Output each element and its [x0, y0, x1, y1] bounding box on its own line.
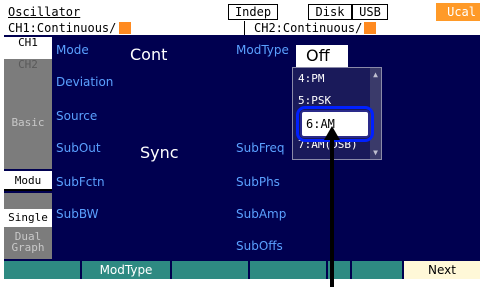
top-status-bar: Oscillator Indep Disk USB Ucal: [4, 3, 480, 21]
ch2-status-square-icon: [364, 22, 376, 34]
tab-ch2-label: CH2: [18, 58, 38, 71]
ucal-indicator: Ucal: [436, 3, 480, 21]
subfctn-label: SubFctn: [56, 175, 105, 189]
subamp-label: SubAmp: [236, 207, 287, 221]
tab-modu[interactable]: Modu: [4, 171, 52, 191]
modtype-label: ModType: [236, 43, 289, 57]
deviation-label: Deviation: [56, 75, 114, 89]
modtype-option-pm[interactable]: 4:PM: [298, 72, 370, 85]
tab-basic[interactable]: Basic: [4, 77, 52, 169]
mode-value[interactable]: Cont: [130, 45, 167, 64]
softkey-3[interactable]: [172, 261, 248, 279]
tab-spacer: [4, 193, 52, 209]
indep-indicator[interactable]: Indep: [228, 4, 278, 20]
subbw-label: SubBW: [56, 207, 99, 221]
ch1-status-square-icon: [119, 22, 131, 34]
subphs-label: SubPhs: [236, 175, 280, 189]
tab-dual-graph[interactable]: Dual Graph: [4, 227, 52, 259]
tab-single-label: Single: [8, 211, 48, 224]
source-label: Source: [56, 109, 98, 123]
tab-ch1[interactable]: CH1: [4, 37, 52, 59]
softkey-next[interactable]: Next: [404, 261, 480, 279]
pointer-arrow-shaft: [330, 138, 334, 287]
suboffs-label: SubOffs: [236, 239, 283, 253]
screen-title: Oscillator: [8, 5, 81, 19]
tab-ch2[interactable]: CH2: [4, 59, 52, 77]
channel-status-bar: CH1:Continuous/ CH2:Continuous/: [4, 21, 480, 35]
scroll-up-arrow-icon[interactable]: ▲: [371, 70, 380, 79]
disk-indicator[interactable]: Disk: [308, 4, 352, 20]
tab-modu-label: Modu: [14, 174, 42, 187]
tab-graph-label: Graph: [11, 241, 45, 254]
mode-label: Mode: [56, 43, 89, 57]
usb-indicator[interactable]: USB: [352, 4, 388, 20]
softkey-4[interactable]: [250, 261, 326, 279]
subout-label: SubOut: [56, 141, 101, 155]
softkey-1[interactable]: [4, 261, 80, 279]
subfreq-label: SubFreq: [236, 141, 285, 155]
scroll-down-arrow-icon[interactable]: ▼: [371, 148, 380, 157]
tab-single[interactable]: Single: [4, 209, 52, 227]
softkey-bar: ModType Next: [4, 261, 480, 279]
ch2-status: CH2:Continuous/: [254, 21, 363, 35]
softkey-modtype[interactable]: ModType: [82, 261, 170, 279]
channel-divider: [244, 21, 245, 35]
pointer-arrow-icon: [324, 126, 340, 140]
tab-basic-label: Basic: [11, 116, 45, 129]
tab-ch1-label: CH1: [18, 36, 38, 49]
softkey-6[interactable]: [352, 261, 402, 279]
instrument-screen: Oscillator Indep Disk USB Ucal CH1:Conti…: [4, 3, 480, 279]
ch1-status: CH1:Continuous/: [8, 21, 117, 35]
subout-value[interactable]: Sync: [140, 143, 179, 162]
modtype-current-value[interactable]: Off: [296, 45, 348, 67]
